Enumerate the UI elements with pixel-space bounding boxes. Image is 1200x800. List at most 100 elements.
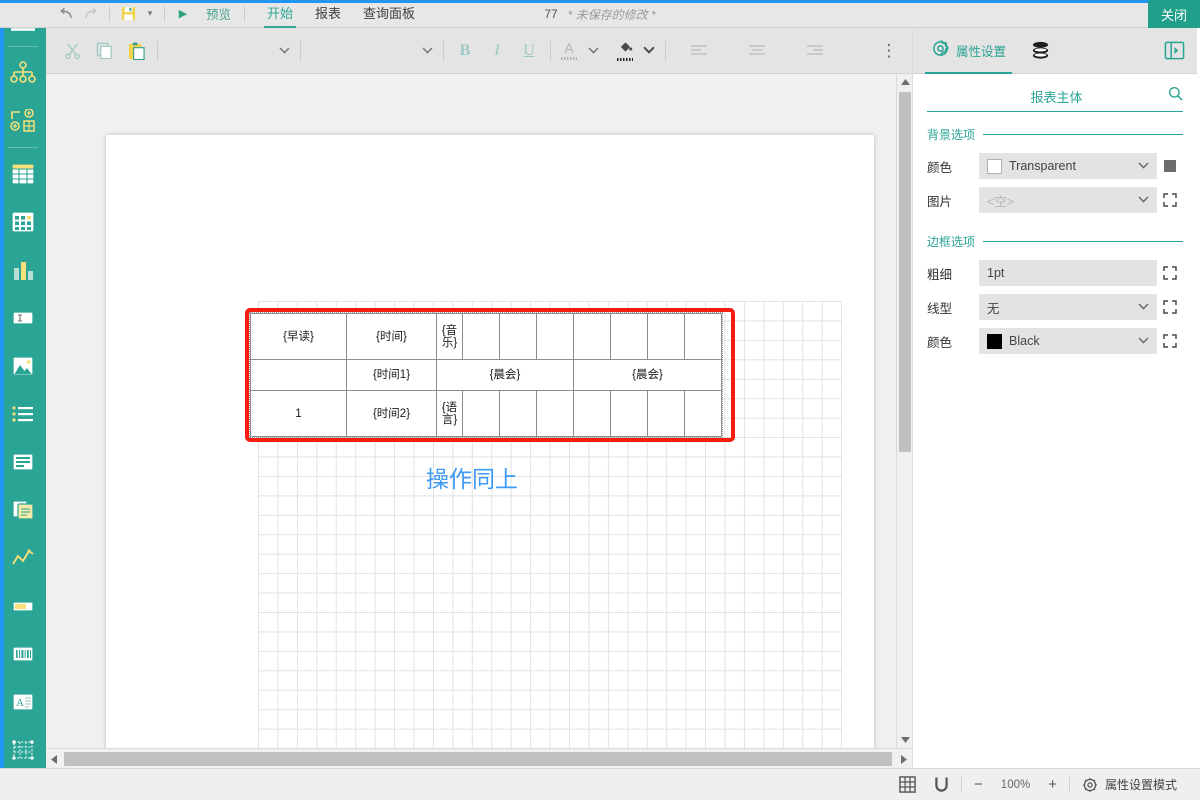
tab-datasource[interactable] <box>1030 41 1051 60</box>
cell-r2c3-merged[interactable]: {晨会} <box>437 360 574 391</box>
sidebar-item-table[interactable] <box>0 150 46 198</box>
horizontal-scroll-thumb[interactable] <box>64 752 892 766</box>
border-color-select[interactable]: Black <box>979 328 1157 354</box>
tab-property-settings[interactable]: 属性设置 <box>925 28 1012 74</box>
save-icon[interactable] <box>115 1 141 27</box>
font-size-select[interactable] <box>306 40 416 62</box>
cell-r1c7[interactable] <box>574 314 611 360</box>
cell-r1c2[interactable]: {时间} <box>347 314 437 360</box>
cell-r2c1[interactable] <box>251 360 347 391</box>
tab-report[interactable]: 报表 <box>304 0 352 28</box>
vertical-scroll-thumb[interactable] <box>899 92 911 452</box>
cell-r1c10[interactable] <box>685 314 722 360</box>
sidebar-item-line-chart[interactable] <box>0 534 46 582</box>
sidebar-item-list[interactable] <box>0 390 46 438</box>
cell-r3c4[interactable] <box>463 391 500 437</box>
font-color-button[interactable]: A <box>556 36 582 66</box>
cell-r2c2[interactable]: {时间1} <box>347 360 437 391</box>
font-size-caret[interactable] <box>416 45 438 57</box>
cut-icon[interactable] <box>56 35 88 67</box>
sidebar-item-barcode[interactable] <box>0 630 46 678</box>
redo-icon[interactable] <box>78 1 104 27</box>
sidebar-item-matrix[interactable] <box>0 726 46 774</box>
sidebar-item-grid-insert[interactable] <box>0 97 46 145</box>
mode-gear-button[interactable] <box>1073 769 1103 800</box>
cell-r3c6[interactable] <box>537 391 574 437</box>
zoom-in-button[interactable]: + <box>1039 769 1066 800</box>
cell-r3c10[interactable] <box>685 391 722 437</box>
sidebar-item-matrix-grid[interactable] <box>0 198 46 246</box>
scroll-up-arrow[interactable] <box>897 74 913 90</box>
cell-r3c2[interactable]: {时间2} <box>347 391 437 437</box>
sidebar-item-progress-bar[interactable] <box>0 582 46 630</box>
bg-color-select[interactable]: Transparent <box>979 153 1157 179</box>
cell-r2c4-merged[interactable]: {晨会} <box>574 360 722 391</box>
border-width-expand-button[interactable] <box>1157 266 1183 280</box>
scroll-down-arrow[interactable] <box>897 732 913 748</box>
cell-r1c3[interactable]: {音乐} <box>437 314 463 360</box>
search-icon[interactable] <box>1168 86 1183 106</box>
save-dropdown-caret[interactable]: ▾ <box>141 8 159 19</box>
bg-image-expand-button[interactable] <box>1157 193 1183 207</box>
cell-r3c5[interactable] <box>500 391 537 437</box>
cell-r1c5[interactable] <box>500 314 537 360</box>
ribbon-overflow-menu[interactable]: ⋮ <box>873 35 905 67</box>
cell-r3c1[interactable]: 1 <box>251 391 347 437</box>
sidebar-item-subreport[interactable] <box>0 486 46 534</box>
bold-button[interactable]: B <box>449 35 481 67</box>
chevron-down-icon[interactable] <box>1138 161 1149 172</box>
cell-r3c9[interactable] <box>648 391 685 437</box>
paste-icon[interactable] <box>120 35 152 67</box>
cell-r1c9[interactable] <box>648 314 685 360</box>
border-style-expand-button[interactable] <box>1157 300 1183 314</box>
horizontal-scrollbar[interactable] <box>46 748 912 768</box>
align-left-icon[interactable] <box>683 35 715 67</box>
report-canvas[interactable]: {早读} {时间} {音乐} {时间1} {晨会} {晨会} <box>46 74 896 748</box>
editor-mode-label[interactable]: 属性设置模式 <box>1103 769 1186 800</box>
cell-r1c1[interactable]: {早读} <box>251 314 347 360</box>
tab-start[interactable]: 开始 <box>256 0 304 28</box>
align-center-icon[interactable] <box>741 35 773 67</box>
sidebar-item-bar-chart[interactable] <box>0 246 46 294</box>
border-color-expand-button[interactable] <box>1157 334 1183 348</box>
underline-button[interactable]: U <box>513 35 545 67</box>
sidebar-item-org-tree[interactable] <box>0 49 46 97</box>
scroll-right-arrow[interactable] <box>896 749 912 769</box>
preview-button[interactable]: 预览 <box>198 4 239 23</box>
panel-collapse-toggle[interactable] <box>1164 40 1185 66</box>
font-color-caret[interactable] <box>582 45 604 57</box>
cell-r3c7[interactable] <box>574 391 611 437</box>
cell-r3c3[interactable]: {语言} <box>437 391 463 437</box>
sidebar-item-rich-text[interactable]: A <box>0 678 46 726</box>
copy-icon[interactable] <box>88 35 120 67</box>
cell-r1c8[interactable] <box>611 314 648 360</box>
tab-query-panel[interactable]: 查询面板 <box>352 0 426 28</box>
chevron-down-icon[interactable] <box>1138 336 1149 347</box>
scroll-left-arrow[interactable] <box>46 749 62 769</box>
vertical-scrollbar[interactable] <box>896 74 912 748</box>
italic-button[interactable]: I <box>481 35 513 67</box>
snap-toggle-button[interactable] <box>925 769 958 800</box>
cell-r1c4[interactable] <box>463 314 500 360</box>
align-right-icon[interactable] <box>799 35 831 67</box>
report-table[interactable]: {早读} {时间} {音乐} {时间1} {晨会} {晨会} <box>250 313 722 437</box>
zoom-out-button[interactable]: − <box>965 769 992 800</box>
fill-color-caret[interactable] <box>638 45 660 57</box>
zoom-level-label[interactable]: 100% <box>992 769 1039 800</box>
close-button[interactable]: 关闭 <box>1148 0 1200 28</box>
sidebar-item-image[interactable] <box>0 342 46 390</box>
font-family-select[interactable] <box>163 40 273 62</box>
bg-color-aux-button[interactable] <box>1157 160 1183 172</box>
fill-color-button[interactable] <box>612 36 638 66</box>
sidebar-item-form[interactable] <box>0 438 46 486</box>
bg-image-select[interactable]: <空> <box>979 187 1157 213</box>
report-page[interactable]: {早读} {时间} {音乐} {时间1} {晨会} {晨会} <box>106 135 874 748</box>
preview-play-icon[interactable]: ▶ <box>170 1 196 27</box>
font-family-caret[interactable] <box>273 45 295 57</box>
cell-r3c8[interactable] <box>611 391 648 437</box>
border-style-select[interactable]: 无 <box>979 294 1157 320</box>
cell-r1c6[interactable] <box>537 314 574 360</box>
sidebar-item-text-field[interactable] <box>0 294 46 342</box>
grid-toggle-button[interactable] <box>890 769 925 800</box>
border-width-input[interactable]: 1pt <box>979 260 1157 286</box>
